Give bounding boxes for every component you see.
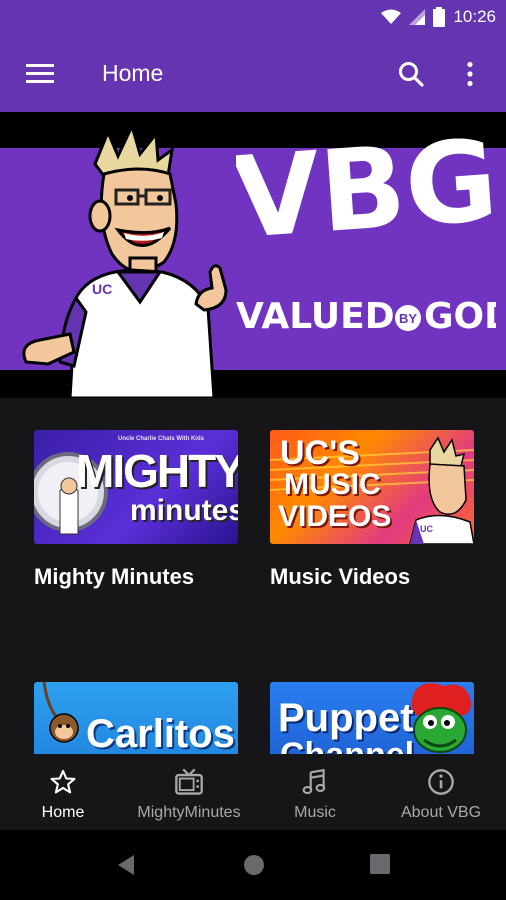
nav-item-home[interactable]: Home [0,754,126,830]
tile-music-videos[interactable]: UC'S MUSIC VIDEOS UC Music Videos [270,430,474,590]
tagline-god: GOD [424,296,496,337]
tagline-by: BY [399,311,417,326]
tile-puppet-channel[interactable]: Puppet Channel [270,682,474,754]
carlitos-thumbnail: Carlitos [34,682,238,754]
app-bar: Home [0,36,506,112]
home-button-icon[interactable] [243,854,265,876]
nav-item-music[interactable]: Music [252,754,378,830]
nav-label: About VBG [400,804,482,821]
tile-mighty-minutes[interactable]: Uncle Charlie Chats With Kids MIGHTY min… [34,430,238,590]
hero-banner[interactable]: UC VBG VALUED BY GOD [0,112,506,398]
nav-item-mightyminutes[interactable]: MightyMinutes [126,754,252,830]
thumb-small-text: Uncle Charlie Chats With Kids [118,436,204,442]
thumb-title-line1: Carlitos [86,712,235,754]
info-icon [428,769,454,795]
star-icon [50,769,76,794]
thumb-badge: UC [420,524,433,534]
search-icon[interactable] [398,61,424,87]
cell-signal-icon [409,9,426,25]
nav-label: Home [41,804,85,821]
thumb-title-line3: VIDEOS [278,500,392,533]
tv-icon [175,768,203,795]
status-time: 10:26 [453,7,496,26]
thumb-title-line2: Channel [280,736,414,754]
nav-label: MightyMinutes [137,804,241,821]
thumb-title-line2: minutes [130,494,238,527]
tagline-valued: VALUED [236,296,395,337]
nav-label: Music [294,804,336,821]
mascot-badge: UC [92,281,112,297]
wifi-icon [381,9,402,24]
thumb-title-line1: Puppet [278,696,414,740]
vbg-logo: VBG VALUED BY GOD [236,118,496,337]
recents-icon[interactable] [370,854,390,874]
battery-icon [433,7,446,27]
system-navigation-bar [0,830,506,900]
thumb-title-line1: MIGHTY [76,445,238,497]
page-title: Home [102,60,164,86]
more-options-icon[interactable] [466,61,474,87]
tile-carlitos[interactable]: Carlitos [34,682,238,754]
status-icons: 10:26 [381,7,496,27]
bottom-navigation: Home MightyMinutes Music About VBG [0,754,506,830]
thumb-title-line2: MUSIC [284,468,381,501]
tile-label: Mighty Minutes [34,564,195,589]
music-videos-thumbnail: UC'S MUSIC VIDEOS UC [270,430,474,544]
category-grid: Uncle Charlie Chats With Kids MIGHTY min… [0,398,506,754]
back-icon[interactable] [116,854,136,876]
mascot-illustration: UC [22,121,228,398]
monkey-graphic [42,682,79,743]
music-note-icon [302,768,326,795]
puppet-graphic [411,683,471,753]
tile-label: Music Videos [270,564,411,589]
nav-item-about[interactable]: About VBG [378,754,504,830]
mighty-minutes-thumbnail: Uncle Charlie Chats With Kids MIGHTY min… [34,430,238,544]
logo-text: VBG [236,118,496,264]
menu-icon[interactable] [26,63,54,85]
status-bar: 10:26 [0,0,506,36]
puppet-channel-thumbnail: Puppet Channel [270,682,474,754]
